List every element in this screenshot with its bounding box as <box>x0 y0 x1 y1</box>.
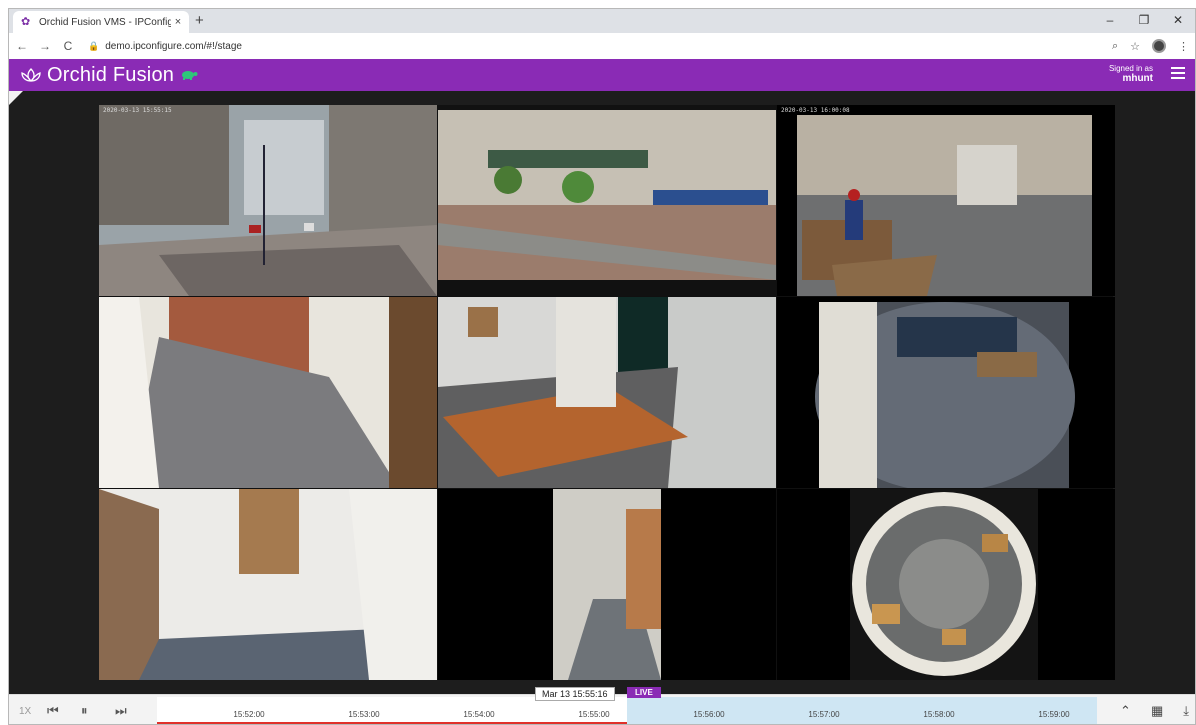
restore-button[interactable]: ❐ <box>1127 9 1161 33</box>
skip-back-icon[interactable]: ⏮ <box>47 703 59 719</box>
timeline-tick: 15:53:00 <box>348 710 380 719</box>
app-header: Orchid Fusion Signed in as mhunt <box>9 59 1195 91</box>
reload-button[interactable]: C <box>58 39 78 53</box>
calendar-icon[interactable]: ▦ <box>1151 703 1163 719</box>
stage-corner-fold[interactable] <box>9 91 23 105</box>
username: mhunt <box>1122 73 1153 84</box>
camera-tile[interactable] <box>438 297 776 488</box>
tab-title: Orchid Fusion VMS - IPConfigure <box>39 16 171 28</box>
brand-name: Orchid Fusion <box>47 63 175 86</box>
forward-button[interactable]: → <box>35 39 55 53</box>
timeline-right-controls: ⌃ ▦ ⤓ <box>1120 703 1189 719</box>
camera-tile[interactable] <box>777 297 1115 488</box>
bookmark-star-icon[interactable]: ☆ <box>1130 40 1140 53</box>
pause-icon[interactable]: ⏸ <box>81 703 88 719</box>
timeline-tick: 15:55:00 <box>578 710 610 719</box>
camera-tile[interactable] <box>99 297 437 488</box>
hamburger-menu-icon[interactable] <box>1171 67 1185 79</box>
timeline-tick: 15:58:00 <box>923 710 955 719</box>
camera-stage: 2020-03-13 15:55:15 2020-03-13 16:00:08 <box>9 91 1195 694</box>
turtle-icon <box>180 67 198 83</box>
camera-tile[interactable] <box>438 105 776 296</box>
download-icon[interactable]: ⤓ <box>1183 703 1189 719</box>
url-bar[interactable]: 🔒 demo.ipconfigure.com/#!/stage <box>88 41 242 52</box>
camera-tile[interactable] <box>438 489 776 680</box>
timeline-tick: 15:54:00 <box>463 710 495 719</box>
minimize-button[interactable]: – <box>1093 9 1127 33</box>
orchid-favicon-icon: ✿ <box>21 16 31 28</box>
timeline-tick: 15:59:00 <box>1038 710 1070 719</box>
toolbar-right: ⌕ ☆ ⋮ <box>1112 33 1189 59</box>
camera-tile[interactable]: 2020-03-13 16:00:08 <box>777 105 1115 296</box>
timeline-track[interactable]: 15:52:00 15:53:00 15:54:00 15:55:00 15:5… <box>157 697 1097 724</box>
tab-close-icon[interactable]: × <box>171 16 185 28</box>
camera-timestamp: 2020-03-13 15:55:15 <box>103 107 172 114</box>
profile-avatar[interactable] <box>1152 39 1166 53</box>
chevron-up-icon[interactable]: ⌃ <box>1120 703 1131 719</box>
browser-tab[interactable]: ✿ Orchid Fusion VMS - IPConfigure × <box>13 11 189 33</box>
browser-menu-icon[interactable]: ⋮ <box>1178 40 1189 53</box>
camera-grid: 2020-03-13 15:55:15 2020-03-13 16:00:08 <box>99 105 1115 680</box>
lock-icon: 🔒 <box>88 40 100 51</box>
playback-speed[interactable]: 1X <box>19 706 31 717</box>
close-window-button[interactable]: ✕ <box>1161 9 1195 33</box>
timeline-tick: 15:57:00 <box>808 710 840 719</box>
zoom-icon[interactable]: ⌕ <box>1112 40 1118 53</box>
skip-forward-icon[interactable]: ⏭ <box>115 703 127 719</box>
camera-tile[interactable]: 2020-03-13 15:55:15 <box>99 105 437 296</box>
live-button[interactable]: LIVE <box>627 687 661 698</box>
timeline-tick: 15:52:00 <box>233 710 265 719</box>
signed-in-label: Signed in as <box>1108 64 1153 73</box>
orchid-logo-icon <box>21 67 41 83</box>
signed-in-info: Signed in as mhunt <box>1109 64 1153 84</box>
playback-timeline: 1X ⏮ ⏸ ⏭ 15:52:00 15:53:00 15:54:00 15:5… <box>9 687 1195 724</box>
timeline-tick: 15:56:00 <box>693 710 725 719</box>
address-bar-row: ← → C 🔒 demo.ipconfigure.com/#!/stage ⌕ … <box>9 33 1195 59</box>
tab-strip: ✿ Orchid Fusion VMS - IPConfigure × + – … <box>9 9 1195 33</box>
browser-window: ✿ Orchid Fusion VMS - IPConfigure × + – … <box>8 8 1196 725</box>
back-button[interactable]: ← <box>12 39 32 53</box>
camera-timestamp: 2020-03-13 16:00:08 <box>781 107 850 114</box>
camera-tile[interactable] <box>777 489 1115 680</box>
url-text: demo.ipconfigure.com/#!/stage <box>105 40 242 52</box>
new-tab-button[interactable]: + <box>195 12 204 29</box>
camera-tile[interactable] <box>99 489 437 680</box>
current-time-label: Mar 13 15:55:16 <box>535 687 615 701</box>
window-controls: – ❐ ✕ <box>1093 9 1195 33</box>
